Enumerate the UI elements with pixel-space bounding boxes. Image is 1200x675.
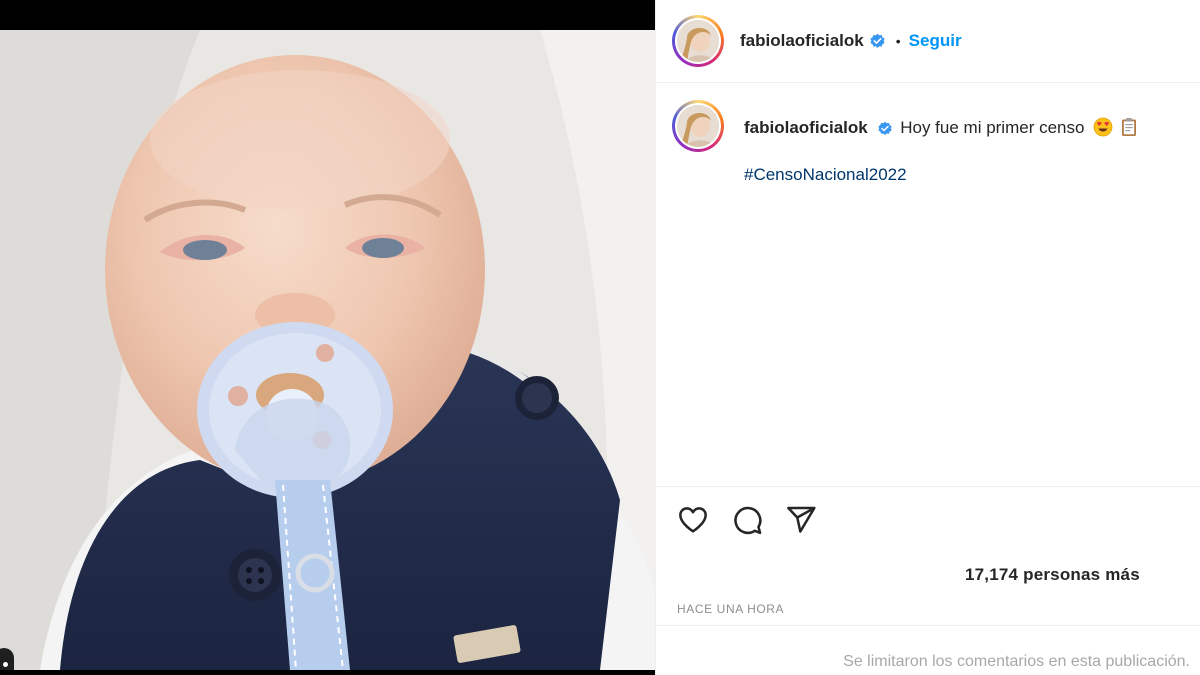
like-button[interactable] bbox=[676, 503, 710, 537]
comment-button[interactable] bbox=[730, 503, 764, 537]
post-photo[interactable] bbox=[0, 30, 655, 670]
post-actions bbox=[676, 503, 818, 537]
header-avatar[interactable] bbox=[672, 15, 724, 67]
paper-plane-icon bbox=[787, 506, 816, 533]
comment-bubble-icon bbox=[734, 506, 762, 535]
profile-photo bbox=[677, 20, 719, 62]
clipboard-emoji-icon bbox=[1119, 117, 1139, 143]
caption-text: fabiolaoficialok Hoy fue mi primer censo bbox=[744, 117, 1139, 143]
caption-message: Hoy fue mi primer censo bbox=[900, 118, 1085, 137]
caption-profile-photo bbox=[677, 105, 719, 147]
verified-badge-icon bbox=[877, 121, 893, 137]
header-separator: • bbox=[895, 33, 901, 49]
caption-avatar[interactable] bbox=[672, 100, 724, 152]
follow-button[interactable]: Seguir bbox=[909, 31, 962, 51]
caption-hashtag[interactable]: #CensoNacional2022 bbox=[744, 165, 907, 185]
media-top-bar bbox=[0, 0, 655, 30]
post-side-panel: fabiolaoficialok • Seguir fabiolaoficial… bbox=[655, 0, 1200, 675]
baby-photo-illustration bbox=[0, 30, 655, 670]
heart-icon bbox=[679, 507, 707, 533]
carousel-prev-button[interactable] bbox=[0, 648, 14, 670]
caption-username[interactable]: fabiolaoficialok bbox=[744, 118, 868, 137]
actions-divider bbox=[656, 486, 1200, 487]
caption-row: fabiolaoficialok Hoy fue mi primer censo bbox=[672, 100, 1192, 152]
header-username[interactable]: fabiolaoficialok bbox=[740, 31, 864, 51]
share-button[interactable] bbox=[784, 503, 818, 537]
heart-eyes-emoji-icon bbox=[1093, 117, 1113, 143]
likes-count[interactable]: 17,174 personas más bbox=[965, 565, 1140, 585]
post-media-pane bbox=[0, 0, 655, 675]
comments-divider bbox=[656, 625, 1200, 626]
comments-limited-notice: Se limitaron los comentarios en esta pub… bbox=[843, 653, 1190, 670]
post-timestamp[interactable]: HACE UNA HORA bbox=[677, 602, 784, 616]
post-header: fabiolaoficialok • Seguir bbox=[656, 0, 1200, 83]
verified-badge-icon bbox=[869, 33, 886, 50]
